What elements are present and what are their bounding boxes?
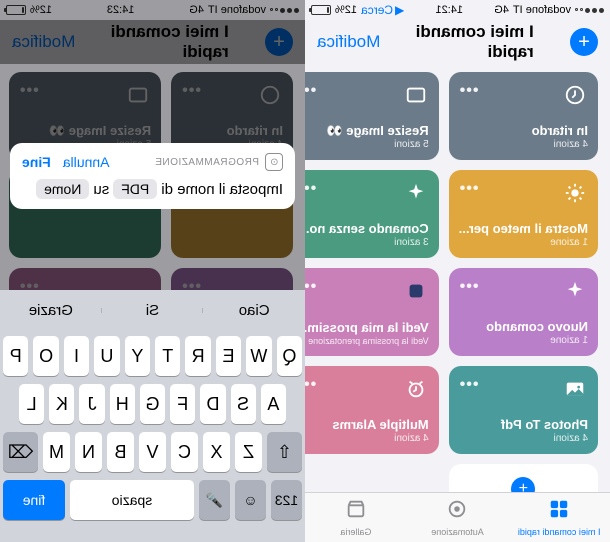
key-i[interactable]: I [64,336,89,376]
shortcut-card[interactable]: ••• Photos To Pdf4 azioni [449,366,598,454]
key-k[interactable]: K [49,384,74,424]
key-y[interactable]: Y [125,336,150,376]
key-o[interactable]: O [33,336,58,376]
key-p[interactable]: P [3,336,28,376]
tab-my-shortcuts[interactable]: I miei comandi rapidi [508,493,610,542]
cancel-button[interactable]: Annulla [63,154,110,170]
phone-right: vodafone IT 4G 14:21 ◀Cerca 12% + I miei… [305,0,610,542]
page-title: I miei comandi rapidi [381,22,534,62]
ios-keyboard: Q W E R T Y U I O P A S D F G H J K L ⇧ … [0,330,305,542]
category-label: PROGRAMMAZIONE [155,157,259,168]
shortcut-card[interactable]: ••• In ritardo4 azioni [449,72,598,160]
key-n[interactable]: N [75,432,102,472]
key-j[interactable]: J [79,384,104,424]
key-mic[interactable]: 🎤 [199,480,230,520]
card-menu-icon[interactable]: ••• [459,180,479,198]
tab-bar: I miei comandi rapidi Automazione Galler… [305,492,610,542]
key-s[interactable]: S [231,384,256,424]
key-r[interactable]: R [185,336,210,376]
key-h[interactable]: H [110,384,135,424]
key-x[interactable]: X [203,432,230,472]
shortcut-card[interactable]: ••• Comando senza no...3 azioni [305,170,439,258]
rename-action-sheet: ⊙ PROGRAMMAZIONE Annulla Fine Imposta il… [10,143,295,209]
back-to-search[interactable]: ◀Cerca [361,3,404,17]
card-menu-icon[interactable]: ••• [305,82,316,100]
key-d[interactable]: D [200,384,225,424]
gallery-icon [345,498,367,525]
tab-gallery[interactable]: Galleria [305,493,407,542]
key-q[interactable]: Q [277,336,302,376]
phone-left: vodafone IT 4G 14:23 12% + I miei comand… [0,0,305,542]
key-space[interactable]: spazio [70,480,194,520]
edit-button[interactable]: Modifica [317,32,380,52]
grid-icon [548,498,570,525]
status-time: 14:21 [435,4,463,16]
suggestion-word[interactable]: Grazie [0,302,102,319]
key-c[interactable]: C [171,432,198,472]
plus-icon: + [511,477,535,492]
shortcut-card[interactable]: ••• Resize Image 👀5 azioni [305,72,439,160]
carrier-label: vodafone IT [513,4,571,16]
key-v[interactable]: V [139,432,166,472]
sun-icon [562,180,588,206]
shortcut-card[interactable]: ••• Multiple Alarms4 azioni [305,366,439,454]
key-f[interactable]: F [170,384,195,424]
key-l[interactable]: L [19,384,44,424]
action-text-row: Imposta il nome di PDF su Nome [22,179,283,199]
create-shortcut-card[interactable]: + Crea comando rapido [449,464,598,492]
key-w[interactable]: W [246,336,271,376]
key-b[interactable]: B [107,432,134,472]
image-icon [562,376,588,402]
shortcut-card[interactable]: ••• Mostra il meteo per...1 azione [449,170,598,258]
battery-icon [311,5,331,15]
keyboard-suggestion-bar: Ciao Si Grazie [0,290,305,330]
scripting-icon: ⊙ [265,153,283,171]
card-menu-icon[interactable]: ••• [305,376,316,394]
variable-pill-pdf[interactable]: PDF [113,179,157,199]
shortcut-card[interactable]: ••• Nuovo comando1 azione [449,268,598,356]
key-u[interactable]: U [94,336,119,376]
add-button[interactable]: + [570,28,598,56]
key-a[interactable]: A [261,384,286,424]
clock-icon [562,82,588,108]
key-z[interactable]: Z [235,432,262,472]
suggestion-word[interactable]: Ciao [203,302,305,319]
card-menu-icon[interactable]: ••• [459,376,479,394]
card-menu-icon[interactable]: ••• [305,180,316,198]
key-e[interactable]: E [216,336,241,376]
photo-icon [403,82,429,108]
key-t[interactable]: T [155,336,180,376]
key-return[interactable]: fine [3,480,65,520]
battery-percent: 12% [335,4,357,16]
shortcut-card[interactable]: ••• Vedi la mia prossim...Vedi la prossi… [305,268,439,356]
suggestion-word[interactable]: Si [102,302,204,319]
key-g[interactable]: G [140,384,165,424]
automation-icon [447,498,469,525]
key-backspace[interactable]: ⌫ [3,432,38,472]
network-label: 4G [494,4,509,16]
key-shift[interactable]: ⇧ [267,432,302,472]
done-button[interactable]: Fine [22,154,51,170]
variable-pill-name[interactable]: Nome [36,179,89,199]
key-numbers[interactable]: 123 [271,480,302,520]
card-menu-icon[interactable]: ••• [459,82,479,100]
nav-bar: + I miei comandi rapidi Modifica [305,20,610,64]
card-menu-icon[interactable]: ••• [305,278,316,296]
status-bar: vodafone IT 4G 14:21 ◀Cerca 12% [305,0,610,20]
alarm-icon [403,376,429,402]
tab-automation[interactable]: Automazione [407,493,509,542]
key-emoji[interactable]: ☺ [235,480,266,520]
sparkle-icon [562,278,588,304]
shortcuts-grid-container: ••• In ritardo4 azioni ••• Resize Image … [305,64,610,492]
sparkle-icon [403,180,429,206]
key-m[interactable]: M [43,432,70,472]
app-icon [403,278,429,304]
card-menu-icon[interactable]: ••• [459,278,479,296]
